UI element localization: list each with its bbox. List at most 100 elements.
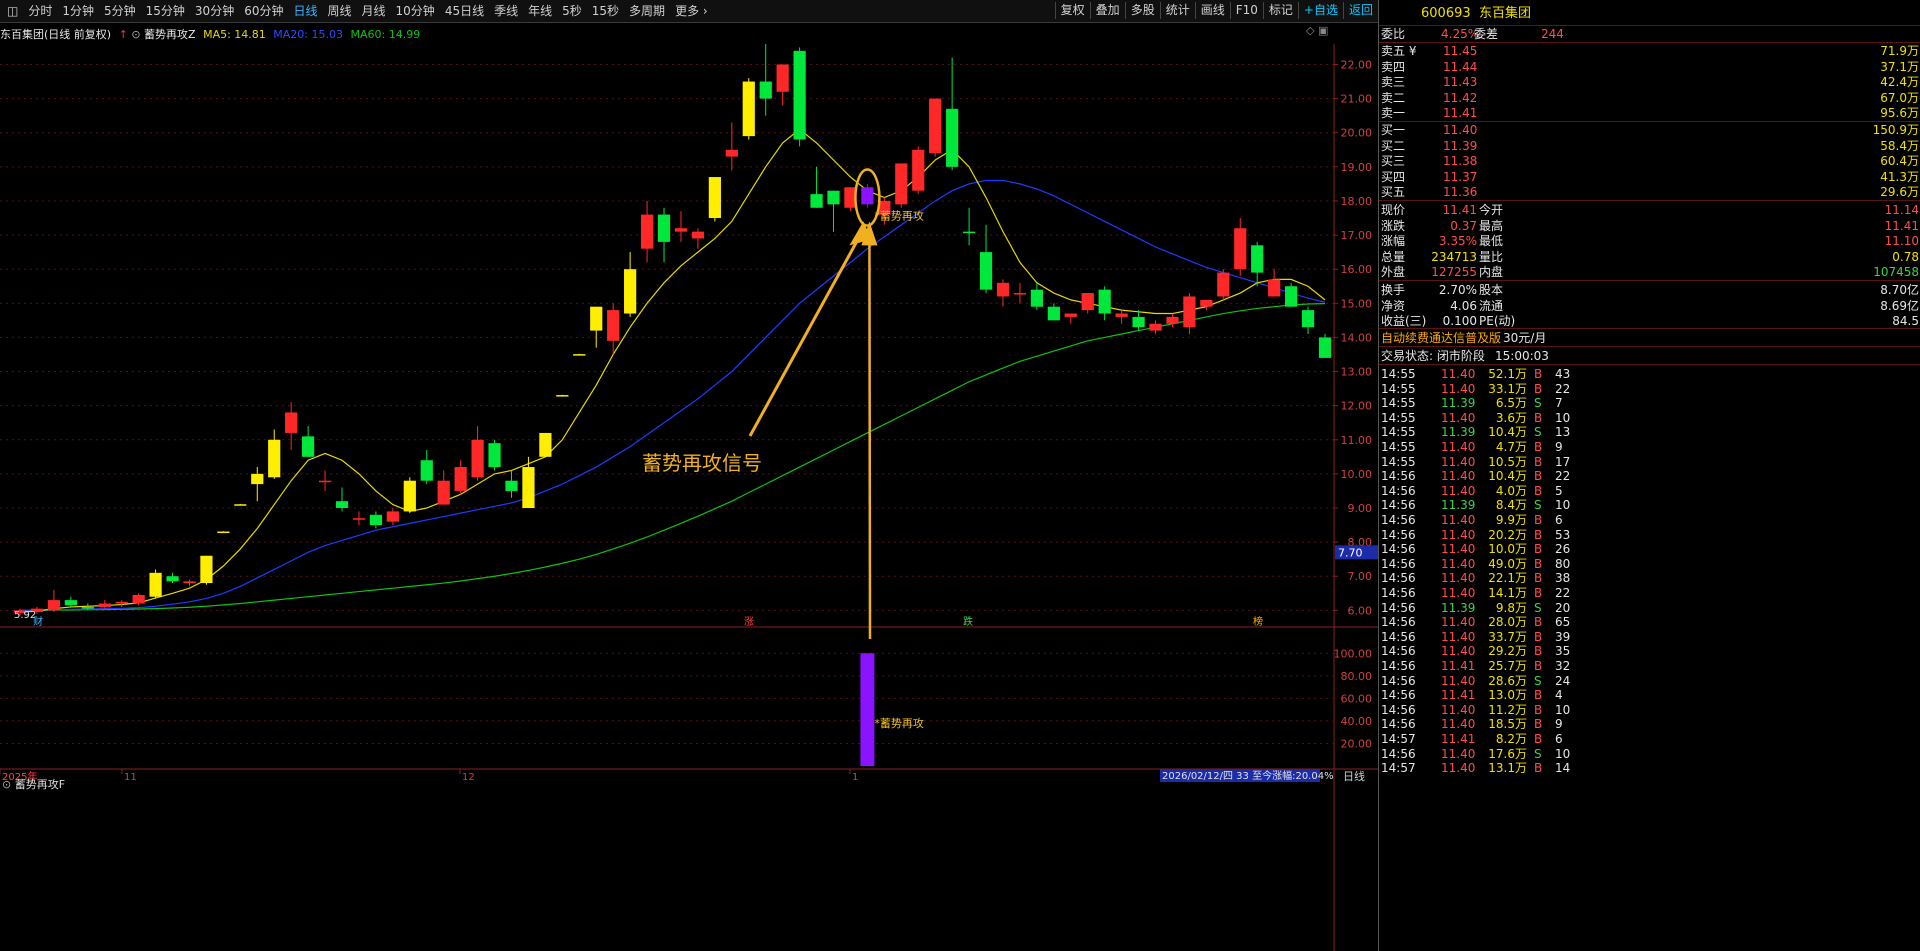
kline-chart[interactable]: 22.0021.0020.0019.0018.0017.0016.0015.00… xyxy=(0,44,1378,951)
candle[interactable] xyxy=(674,228,688,232)
period-tab[interactable]: 15分钟 xyxy=(141,3,190,19)
candle[interactable] xyxy=(725,149,738,157)
period-tab[interactable]: 分时 xyxy=(23,3,57,19)
candle[interactable] xyxy=(1115,313,1128,317)
event-marker[interactable]: 跌 xyxy=(963,615,973,628)
period-tab[interactable]: 年线 xyxy=(523,3,557,19)
candle[interactable] xyxy=(861,187,874,205)
candle[interactable] xyxy=(369,514,383,526)
candle[interactable] xyxy=(115,601,128,604)
toolbar-button[interactable]: 统计 xyxy=(1159,2,1195,19)
period-tab[interactable]: 1分钟 xyxy=(57,3,99,19)
candle[interactable] xyxy=(827,190,840,205)
event-marker[interactable]: 榜 xyxy=(1253,615,1263,628)
candle[interactable] xyxy=(1047,306,1060,321)
candle[interactable] xyxy=(742,81,755,137)
candle[interactable] xyxy=(81,606,94,609)
candle[interactable] xyxy=(895,163,908,205)
candle[interactable] xyxy=(1301,310,1315,328)
period-tab[interactable]: 15秒 xyxy=(587,3,624,19)
candle[interactable] xyxy=(302,436,315,457)
candle[interactable] xyxy=(946,108,959,167)
candle[interactable] xyxy=(979,252,993,290)
period-tab[interactable]: 60分钟 xyxy=(239,3,288,19)
candle[interactable] xyxy=(1064,313,1077,317)
period-tab[interactable]: 10分钟 xyxy=(391,3,440,19)
period-tab[interactable]: 更多 › xyxy=(670,3,713,19)
signal-bar[interactable] xyxy=(860,653,875,766)
period-tab[interactable]: 日线 xyxy=(288,3,322,19)
candle[interactable] xyxy=(1234,228,1247,270)
toolbar-button[interactable]: 叠加 xyxy=(1089,2,1125,19)
period-tab[interactable]: 季线 xyxy=(489,3,523,19)
candle[interactable] xyxy=(217,531,230,534)
candle[interactable] xyxy=(403,480,416,512)
period-tab[interactable]: 45日线 xyxy=(440,3,489,19)
toolbar-button[interactable]: 标记 xyxy=(1262,2,1298,19)
candle[interactable] xyxy=(1268,279,1281,297)
candle[interactable] xyxy=(556,395,569,397)
candle[interactable] xyxy=(962,231,976,234)
period-tab[interactable]: 周线 xyxy=(323,3,357,19)
candle[interactable] xyxy=(912,149,925,191)
candle[interactable] xyxy=(539,432,552,457)
candle[interactable] xyxy=(607,310,620,341)
candle[interactable] xyxy=(759,81,772,99)
candle[interactable] xyxy=(1200,299,1213,307)
toolbar-button[interactable]: 返回 xyxy=(1342,2,1378,19)
candle[interactable] xyxy=(318,480,332,483)
candle[interactable] xyxy=(1183,296,1196,328)
candle[interactable] xyxy=(929,98,942,154)
candle[interactable] xyxy=(691,231,705,239)
event-marker[interactable]: 涨 xyxy=(744,616,754,628)
period-tab[interactable]: 5分钟 xyxy=(99,3,141,19)
candle[interactable] xyxy=(1285,286,1298,307)
candle[interactable] xyxy=(522,467,535,508)
indicator-menu-icon[interactable]: ⊙ xyxy=(131,28,140,41)
candle[interactable] xyxy=(1098,289,1111,314)
period-tab[interactable]: 5秒 xyxy=(557,3,587,19)
candle[interactable] xyxy=(386,511,399,522)
candle[interactable] xyxy=(98,603,111,607)
chart-options-icon[interactable]: ◇ ▣ xyxy=(1306,24,1328,37)
candle[interactable] xyxy=(352,518,366,520)
candle[interactable] xyxy=(1081,293,1094,311)
promo-row[interactable]: 自动续费通达信普及版 30元/月 xyxy=(1379,330,1920,346)
subchart-menu-icon[interactable]: ⊙ xyxy=(2,778,11,791)
candle[interactable] xyxy=(183,581,196,584)
period-tab[interactable]: 多周期 xyxy=(624,3,670,19)
candle[interactable] xyxy=(996,282,1010,297)
period-tab[interactable]: 月线 xyxy=(357,3,391,19)
candle[interactable] xyxy=(573,354,586,356)
candle[interactable] xyxy=(1166,316,1179,324)
candle[interactable] xyxy=(234,504,247,506)
candle[interactable] xyxy=(505,480,518,491)
candle[interactable] xyxy=(166,576,179,582)
candle[interactable] xyxy=(200,555,213,584)
candle[interactable] xyxy=(1149,323,1162,331)
candle[interactable] xyxy=(420,460,433,481)
candle[interactable] xyxy=(471,439,484,478)
candle[interactable] xyxy=(47,600,60,611)
candle[interactable] xyxy=(285,412,298,433)
candle[interactable] xyxy=(1013,293,1027,295)
candle[interactable] xyxy=(776,64,789,92)
period-tab[interactable]: 30分钟 xyxy=(190,3,239,19)
candle[interactable] xyxy=(590,306,603,331)
candle[interactable] xyxy=(454,467,467,491)
candle[interactable] xyxy=(132,595,145,604)
candle[interactable] xyxy=(1318,337,1332,358)
toolbar-menu-icon[interactable]: ◫ xyxy=(2,3,23,19)
candle[interactable] xyxy=(149,572,162,597)
candle[interactable] xyxy=(488,443,501,468)
candle[interactable] xyxy=(810,194,823,208)
candle[interactable] xyxy=(335,501,349,508)
candle[interactable] xyxy=(1251,245,1264,273)
toolbar-button[interactable]: +自选 xyxy=(1297,2,1343,19)
indicator-name[interactable]: 蓄势再攻Z xyxy=(144,28,196,41)
candle[interactable] xyxy=(64,600,77,606)
candle[interactable] xyxy=(1132,316,1145,328)
candle[interactable] xyxy=(268,439,281,478)
candle[interactable] xyxy=(1030,289,1043,307)
candle[interactable] xyxy=(640,214,654,249)
